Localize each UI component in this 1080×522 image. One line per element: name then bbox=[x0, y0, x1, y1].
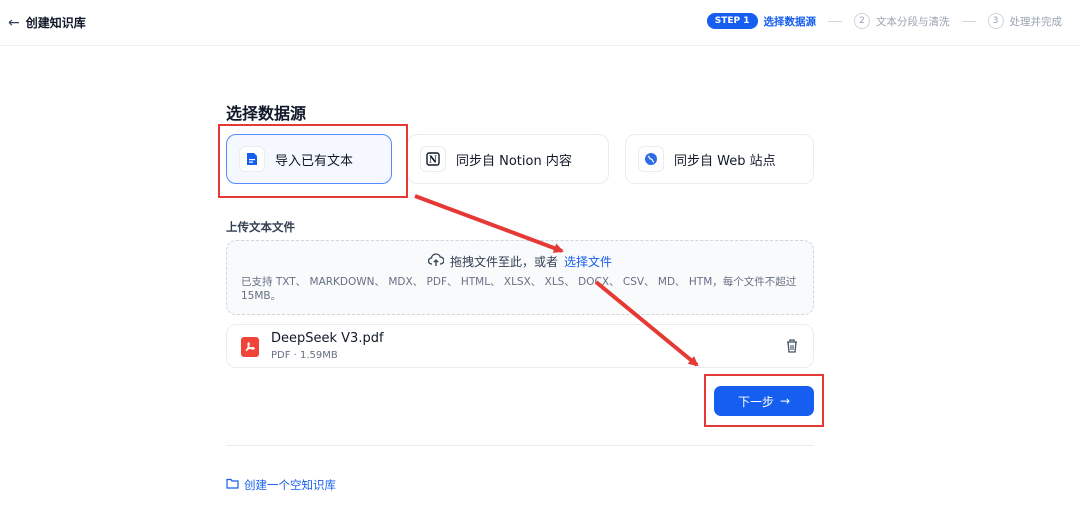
step-3-number: 3 bbox=[987, 13, 1004, 29]
step-separator bbox=[828, 20, 842, 22]
file-name: DeepSeek V3.pdf bbox=[271, 331, 384, 346]
create-empty-label: 创建一个空知识库 bbox=[244, 478, 336, 492]
source-card-import-text[interactable]: 导入已有文本 bbox=[226, 134, 392, 184]
stepper: STEP 1 选择数据源 2 文本分段与清洗 3 处理并完成 bbox=[706, 13, 1063, 29]
arrow-right-icon: → bbox=[779, 394, 791, 408]
folder-icon bbox=[226, 478, 239, 492]
supported-formats-hint: 已支持 TXT、 MARKDOWN、 MDX、 PDF、 HTML、 XLSX、… bbox=[241, 276, 797, 302]
step-1-label: 选择数据源 bbox=[763, 15, 817, 28]
dropzone-text: 拖拽文件至此，或者 bbox=[449, 255, 558, 269]
file-dropzone[interactable]: 拖拽文件至此，或者 选择文件 已支持 TXT、 MARKDOWN、 MDX、 P… bbox=[226, 240, 814, 315]
back-arrow-icon[interactable]: ← bbox=[8, 15, 20, 31]
source-card-notion[interactable]: N 同步自 Notion 内容 bbox=[407, 134, 609, 184]
create-empty-kb-link[interactable]: 创建一个空知识库 bbox=[226, 477, 336, 493]
source-label: 同步自 Web 站点 bbox=[674, 153, 776, 169]
svg-text:N: N bbox=[429, 156, 437, 166]
source-label: 导入已有文本 bbox=[275, 153, 354, 169]
delete-trash-icon[interactable] bbox=[785, 338, 799, 358]
dropzone-prompt: 拖拽文件至此，或者 选择文件 bbox=[227, 253, 813, 270]
step-3-label: 处理并完成 bbox=[1009, 15, 1063, 28]
step-separator bbox=[961, 20, 976, 22]
upload-section-label: 上传文本文件 bbox=[226, 220, 295, 234]
section-heading: 选择数据源 bbox=[226, 104, 307, 123]
next-button-label: 下一步 bbox=[737, 394, 774, 409]
uploaded-file-card: DeepSeek V3.pdf PDF · 1.59MB bbox=[226, 324, 814, 368]
notion-icon: N bbox=[420, 146, 446, 172]
document-icon bbox=[239, 146, 265, 172]
source-label: 同步自 Notion 内容 bbox=[456, 153, 572, 169]
step-1-badge: STEP 1 bbox=[706, 13, 758, 29]
file-meta: PDF · 1.59MB bbox=[271, 350, 338, 361]
back-link[interactable]: ← 创建知识库 bbox=[8, 14, 86, 31]
upload-cloud-icon bbox=[427, 253, 445, 270]
page-title: 创建知识库 bbox=[25, 16, 86, 30]
top-bar: ← 创建知识库 STEP 1 选择数据源 2 文本分段与清洗 3 处理并完成 bbox=[0, 0, 1080, 46]
next-step-button[interactable]: 下一步 → bbox=[714, 386, 814, 416]
pdf-file-icon bbox=[241, 337, 259, 357]
divider bbox=[226, 445, 814, 446]
globe-icon bbox=[638, 146, 664, 172]
source-card-web[interactable]: 同步自 Web 站点 bbox=[625, 134, 814, 184]
choose-file-link[interactable]: 选择文件 bbox=[564, 253, 612, 270]
step-2-number: 2 bbox=[854, 13, 870, 29]
step-2-label: 文本分段与清洗 bbox=[876, 15, 950, 28]
